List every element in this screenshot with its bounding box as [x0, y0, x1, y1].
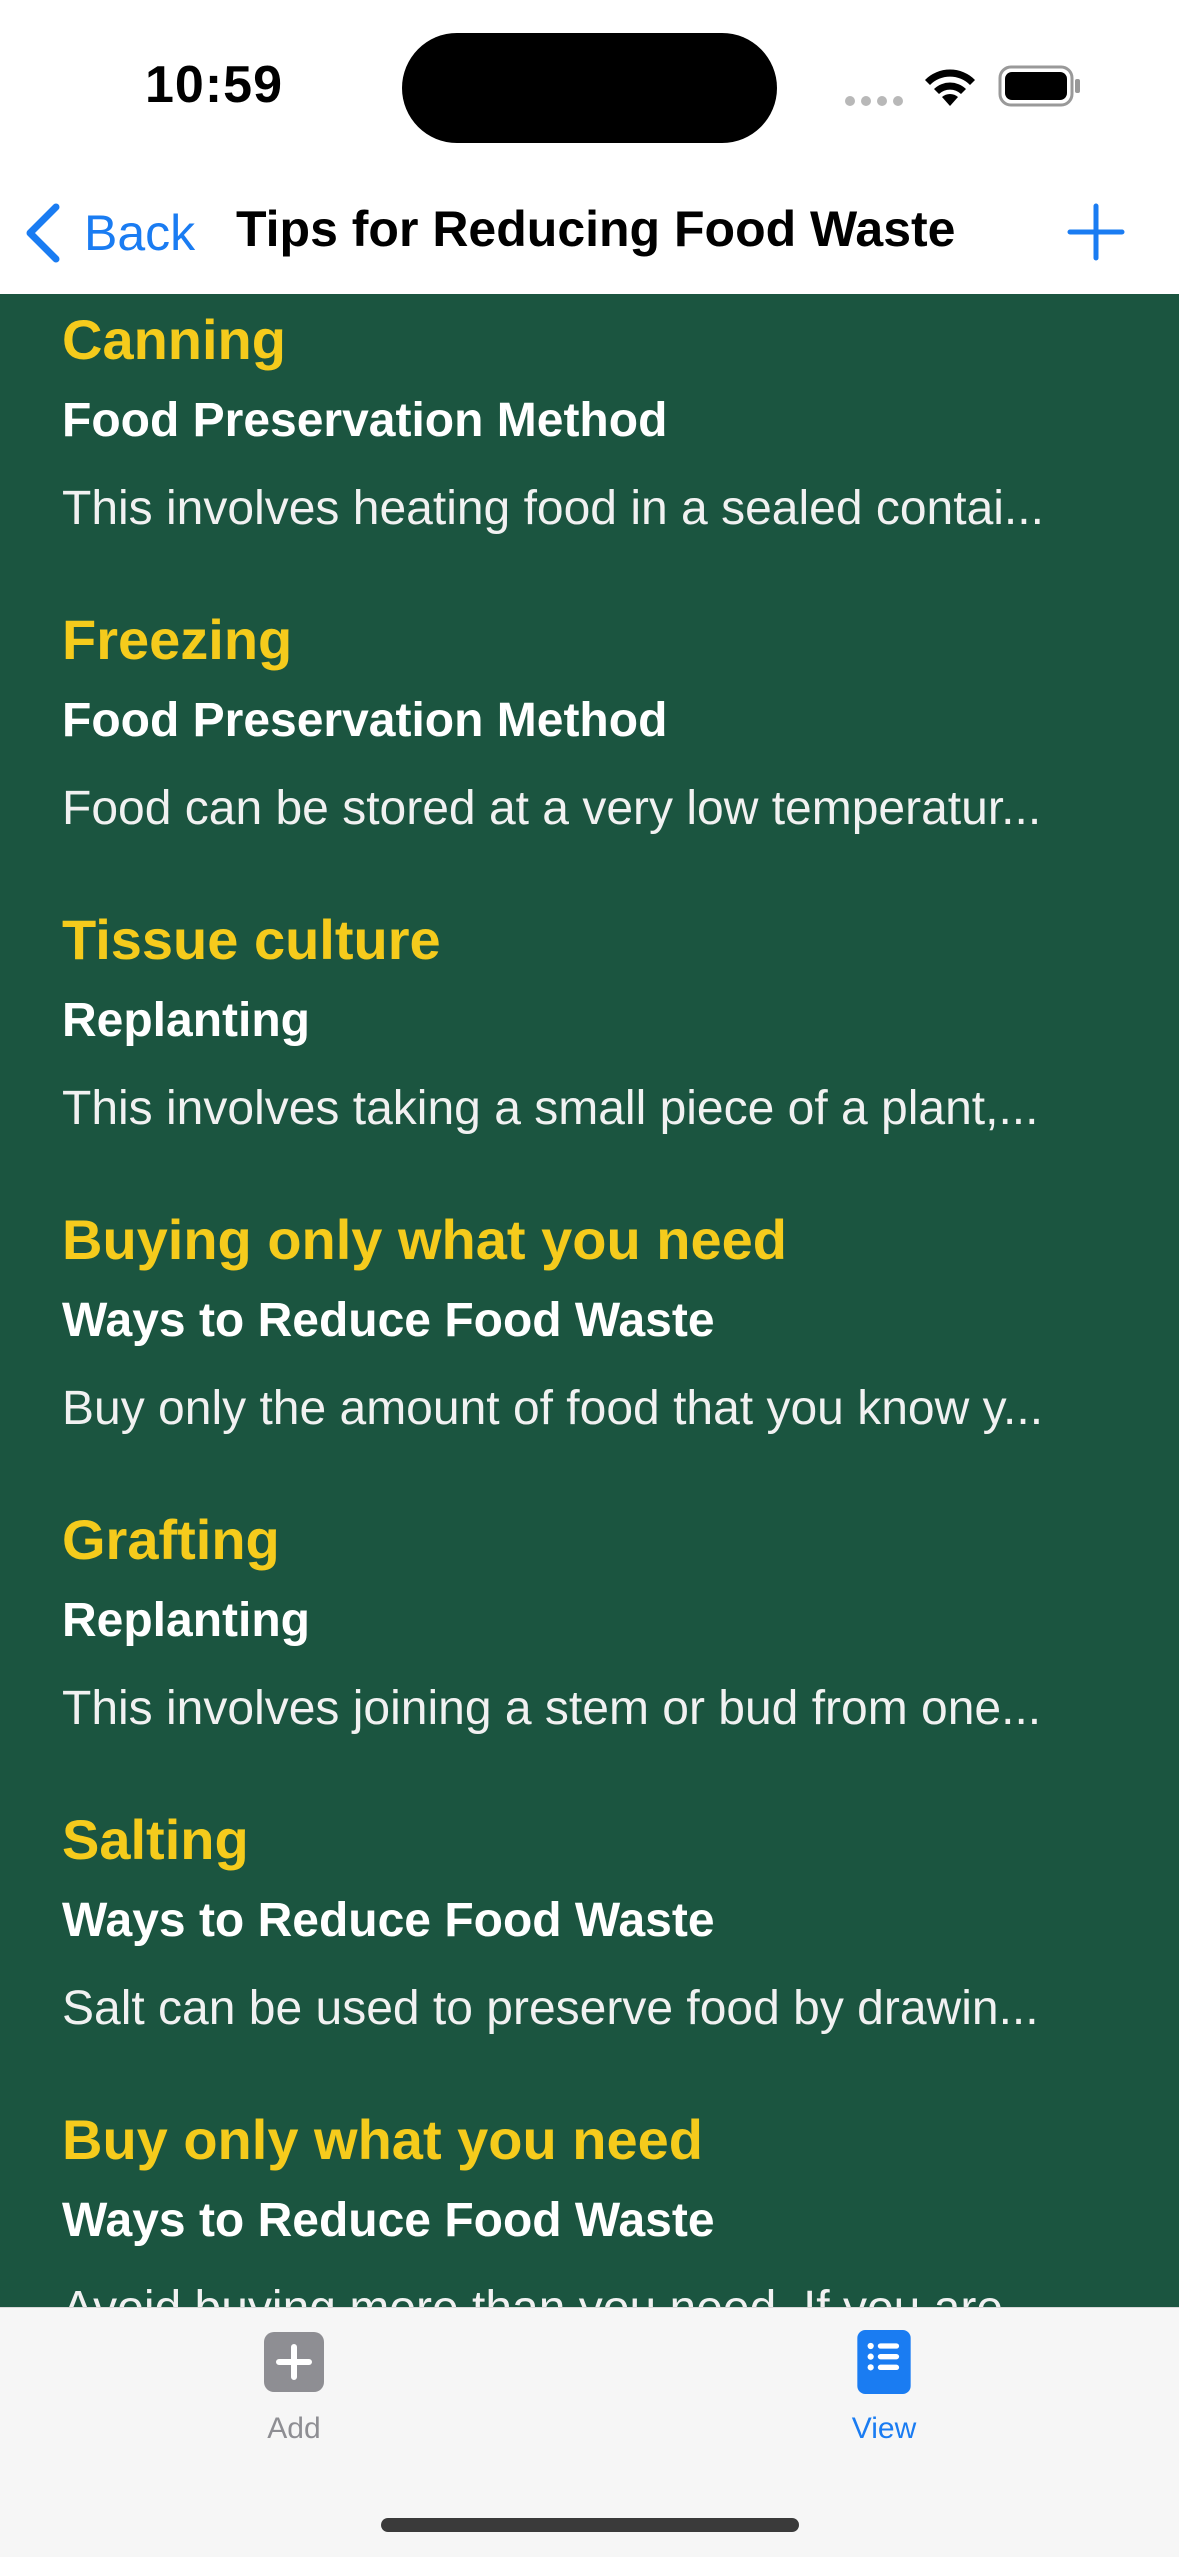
- back-label: Back: [84, 205, 196, 261]
- tip-title: Buying only what you need: [62, 1208, 787, 1271]
- list-item[interactable]: Salting Ways to Reduce Food Waste Salt c…: [62, 1802, 1122, 2044]
- tips-list[interactable]: Canning Food Preservation Method This in…: [0, 294, 1179, 2307]
- tip-title: Freezing: [62, 608, 293, 671]
- tip-description: Food can be stored at a very low tempera…: [62, 782, 1042, 835]
- tip-category: Ways to Reduce Food Waste: [62, 1294, 715, 1347]
- cellular-signal-icon: [845, 96, 903, 106]
- battery-icon: [998, 65, 1080, 107]
- wifi-icon: [925, 69, 975, 106]
- list-icon: [857, 2330, 911, 2394]
- tip-category: Food Preservation Method: [62, 694, 668, 747]
- tab-bar: Add View: [0, 2307, 1179, 2557]
- tip-title: Buy only what you need: [62, 2108, 703, 2171]
- status-bar: 10:59: [0, 0, 1179, 170]
- home-indicator: [381, 2518, 799, 2532]
- tip-title: Grafting: [62, 1508, 280, 1571]
- tip-description: Salt can be used to preserve food by dra…: [62, 1982, 1039, 2035]
- tab-add-label: Add: [267, 2412, 321, 2445]
- list-item[interactable]: Tissue culture Replanting This involves …: [62, 902, 1122, 1144]
- tip-category: Replanting: [62, 994, 310, 1047]
- list-item[interactable]: Buy only what you need Ways to Reduce Fo…: [62, 2102, 1122, 2307]
- navigation-bar: Back Tips for Reducing Food Waste: [0, 170, 1179, 294]
- tip-description: This involves taking a small piece of a …: [62, 1082, 1039, 1135]
- tip-category: Ways to Reduce Food Waste: [62, 2194, 715, 2247]
- page-title: Tips for Reducing Food Waste: [236, 201, 956, 257]
- list-item[interactable]: Canning Food Preservation Method This in…: [62, 302, 1122, 544]
- add-tip-button[interactable]: [1066, 202, 1126, 262]
- tip-title: Tissue culture: [62, 908, 441, 971]
- list-item[interactable]: Freezing Food Preservation Method Food c…: [62, 602, 1122, 844]
- tip-category: Ways to Reduce Food Waste: [62, 1894, 715, 1947]
- tip-title: Salting: [62, 1808, 249, 1871]
- tip-category: Food Preservation Method: [62, 394, 668, 447]
- list-item[interactable]: Grafting Replanting This involves joinin…: [62, 1502, 1122, 1744]
- tip-title: Canning: [62, 308, 286, 371]
- tab-view[interactable]: View: [784, 2330, 984, 2446]
- plus-square-icon: [264, 2332, 324, 2392]
- list-item[interactable]: Buying only what you need Ways to Reduce…: [62, 1202, 1122, 1444]
- tab-add[interactable]: Add: [194, 2330, 394, 2446]
- status-time: 10:59: [145, 56, 283, 114]
- tip-description: This involves heating food in a sealed c…: [62, 482, 1044, 535]
- back-button[interactable]: Back: [22, 198, 195, 268]
- tip-description: Avoid buying more than you need. If you …: [62, 2274, 1122, 2307]
- chevron-left-icon: [26, 203, 60, 263]
- tip-category: Replanting: [62, 1594, 310, 1647]
- tip-description: This involves joining a stem or bud from…: [62, 1682, 1042, 1735]
- dynamic-island: [402, 33, 777, 143]
- tip-description: Buy only the amount of food that you kno…: [62, 1382, 1044, 1435]
- tab-view-label: View: [851, 2412, 917, 2445]
